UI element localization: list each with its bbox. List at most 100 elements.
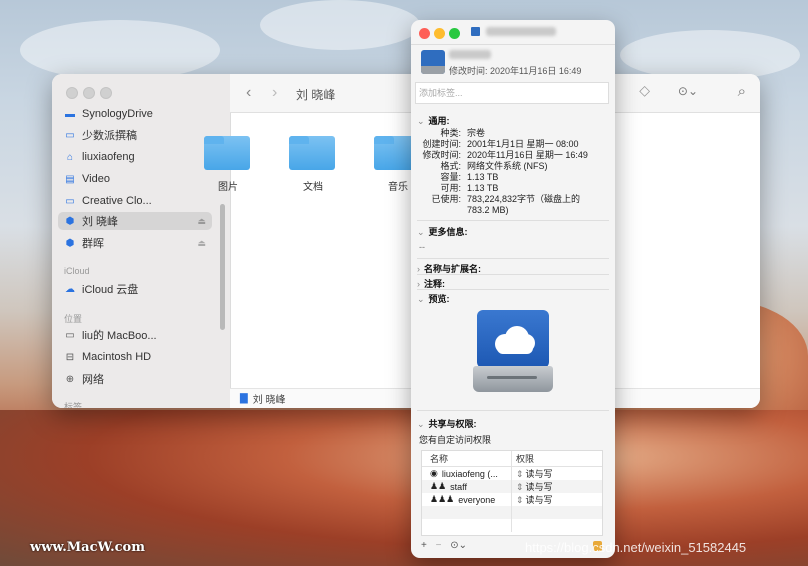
sidebar-item-article[interactable]: ▭ 少数派撰稿 <box>64 126 214 144</box>
network-drive-icon: ▇ <box>240 393 248 404</box>
table-row[interactable]: ♟♟♟ everyone ⇕ 读与写 <box>422 493 602 506</box>
laptop-icon: ▭ <box>65 329 75 341</box>
updown-icon: ⇕ <box>516 469 524 479</box>
sidebar-item-label: iCloud 云盘 <box>82 284 139 296</box>
info-row: 创建时间: 2001年1月1日 星期一 08:00 <box>422 139 579 149</box>
cloud-shape <box>620 30 800 80</box>
add-button[interactable]: + <box>421 540 427 551</box>
chevron-down-icon: ⌄ <box>417 294 425 304</box>
action-menu-button[interactable]: ⊙⌄ <box>450 540 467 551</box>
folder-icon <box>289 136 335 170</box>
info-row: 已使用: 783,224,832字节（磁盘上的 <box>431 194 581 204</box>
permissions-buttons: + − ⊙⌄ <box>421 540 467 551</box>
path-label[interactable]: 刘 晓峰 <box>253 391 286 406</box>
permissions-table: 名称 权限 ◉ liuxiaofeng (... ⇕ 读与写 ♟♟ staff ⇕ 读与… <box>421 450 603 536</box>
folder-icon: ▬ <box>65 108 75 120</box>
table-row[interactable]: ♟♟ staff ⇕ 读与写 <box>422 480 602 493</box>
cloud-shape <box>260 0 420 50</box>
info-row: 格式: 网络文件系统 (NFS) <box>440 161 548 171</box>
folder-item[interactable]: 文档 <box>289 130 337 193</box>
cloud-shape <box>20 20 220 80</box>
permission-select[interactable]: 读与写 <box>526 482 553 492</box>
info-row: 修改时间: 2020年11月16日 星期一 16:49 <box>422 150 588 160</box>
permission-select[interactable]: 读与写 <box>526 495 553 505</box>
zoom-button[interactable] <box>100 87 112 99</box>
watermark-macw: www.MacW.com <box>30 540 145 555</box>
sidebar-item-home[interactable]: ⌂ liuxiaofeng <box>64 148 214 166</box>
info-row: 种类: 宗卷 <box>440 128 486 138</box>
sidebar-item-label: 网络 <box>82 374 104 386</box>
sidebar-item-video[interactable]: ▤ Video <box>64 170 214 188</box>
sidebar-item-macbook[interactable]: ▭ liu的 MacBoo... <box>64 326 214 344</box>
more-info-value: -- <box>419 242 425 252</box>
folder-icon: ▭ <box>65 129 75 141</box>
sharing-subtitle: 您有自定访问权限 <box>419 435 492 445</box>
redacted-name <box>449 50 491 59</box>
chevron-right-icon: › <box>417 279 420 289</box>
column-header-name[interactable]: 名称 <box>422 451 512 466</box>
section-more-info[interactable]: ⌄ 更多信息: <box>417 225 468 238</box>
section-preview[interactable]: ⌄ 预览: <box>417 292 450 305</box>
chevron-right-icon: › <box>417 264 420 274</box>
close-button[interactable] <box>66 87 78 99</box>
folder-item[interactable]: 图片 <box>204 130 252 193</box>
table-header: 名称 权限 <box>422 451 602 467</box>
eject-icon[interactable]: ⏏ <box>197 238 206 249</box>
sidebar-item-macintosh-hd[interactable]: ⊟ Macintosh HD <box>64 348 214 366</box>
window-title: 刘 晓峰 <box>296 88 336 102</box>
info-row: 783.2 MB) <box>467 205 509 215</box>
sidebar-item-label: Creative Clo... <box>82 195 152 207</box>
sidebar-item-icloud-drive[interactable]: ☁ iCloud 云盘 <box>64 280 214 298</box>
back-button[interactable]: ‹ <box>246 84 251 102</box>
watermark-csdn: https://blog.csdn.net/weixin_51582445 <box>525 540 747 555</box>
permission-select[interactable]: 读与写 <box>526 469 553 479</box>
tags-input[interactable]: 添加标签... <box>415 82 609 104</box>
sidebar-section-icloud: iCloud <box>64 266 90 276</box>
minimize-button[interactable] <box>434 28 445 39</box>
volume-icon <box>421 50 445 74</box>
sidebar-item-creative-cloud[interactable]: ▭ Creative Clo... <box>64 192 214 210</box>
sidebar-section-tags: 标签 <box>64 402 83 408</box>
sidebar-item-synologydrive[interactable]: ▬ SynologyDrive <box>64 108 214 120</box>
close-button[interactable] <box>419 28 430 39</box>
network-drive-icon: ⬢ <box>65 237 75 249</box>
sidebar-item-label: 刘 晓峰 <box>82 216 119 228</box>
folder-icon <box>204 136 250 170</box>
sidebar-item-label: Video <box>82 173 110 185</box>
chevron-down-icon: ⌄ <box>417 227 425 237</box>
column-header-permission[interactable]: 权限 <box>512 452 534 465</box>
sidebar-item-synology[interactable]: ⬢ 群晖 ⏏ <box>64 234 214 252</box>
folder-label: 图片 <box>218 182 238 193</box>
eject-icon[interactable]: ⏏ <box>197 216 206 227</box>
section-general[interactable]: ⌄ 通用: <box>417 114 450 127</box>
cloud-icon: ☁ <box>65 283 75 295</box>
forward-button[interactable]: › <box>272 84 277 102</box>
sidebar-scrollbar[interactable] <box>220 204 225 330</box>
folder-label: 文档 <box>303 182 323 193</box>
info-row: 容量: 1.13 TB <box>440 172 499 182</box>
sidebar-item-label: liuxiaofeng <box>82 151 135 163</box>
section-sharing-permissions[interactable]: ⌄ 共享与权限: <box>417 417 477 430</box>
disk-icon: ⊟ <box>65 351 75 363</box>
chevron-down-icon: ⌄ <box>417 116 425 126</box>
updown-icon: ⇕ <box>516 495 524 505</box>
network-drive-icon: ⬢ <box>65 215 75 227</box>
sidebar-item-label: 少数派撰稿 <box>82 130 137 142</box>
user-icon: ◉ <box>430 468 438 478</box>
table-row-empty <box>422 506 602 519</box>
tag-icon[interactable]: ◇ <box>639 82 650 99</box>
more-actions-icon[interactable]: ⊙⌄ <box>678 84 698 98</box>
minimize-button[interactable] <box>83 87 95 99</box>
remove-button[interactable]: − <box>436 540 442 551</box>
finder-window: ▬ SynologyDrive ▭ 少数派撰稿 ⌂ liuxiaofeng ▤ … <box>52 74 760 408</box>
sidebar-item-label: Macintosh HD <box>82 351 152 363</box>
home-icon: ⌂ <box>66 151 74 163</box>
redacted-name <box>486 26 557 36</box>
zoom-button[interactable] <box>449 28 460 39</box>
sidebar-item-liu-xiaofeng[interactable]: ⬢ 刘 晓峰 ⏏ <box>58 212 212 230</box>
sidebar-item-label: 群晖 <box>82 238 104 250</box>
table-row[interactable]: ◉ liuxiaofeng (... ⇕ 读与写 <box>422 467 602 480</box>
search-icon[interactable]: ⌕ <box>738 83 746 100</box>
sidebar-item-network[interactable]: ⊕ 网络 <box>64 370 214 388</box>
info-row: 可用: 1.13 TB <box>440 183 499 193</box>
